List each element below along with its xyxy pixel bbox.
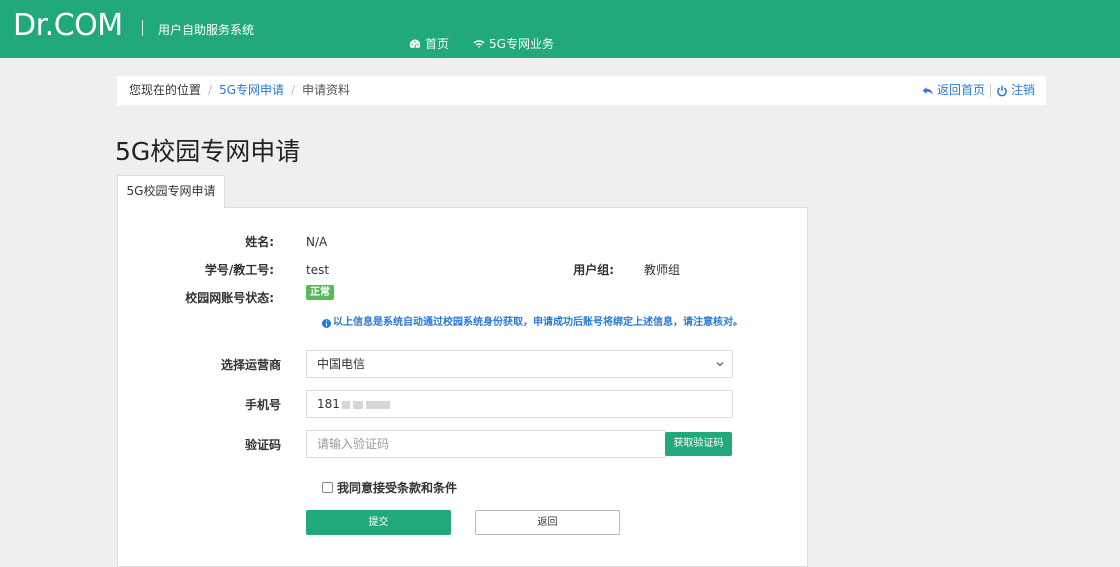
carrier-label: 选择运营商 [220, 358, 281, 372]
breadcrumb: 您现在的位置 / 5G专网申请 / 申请资料 [129, 83, 350, 98]
tab-5g-campus-apply[interactable]: 5G校园专网申请 [117, 175, 225, 208]
info-notice-text: 以上信息是系统自动通过校园系统身份获取，申请成功后账号将绑定上述信息，请注意核对… [333, 317, 743, 328]
action-divider [989, 84, 991, 97]
phone-label: 手机号 [244, 398, 281, 412]
carrier-selected-value: 中国电信 [317, 357, 366, 371]
account-status-label: 校园网账号状态: [185, 291, 274, 305]
reply-icon [922, 86, 933, 95]
id-label: 学号/教工号: [204, 263, 274, 277]
masked-digits [352, 400, 363, 409]
breadcrumb-separator: / [291, 83, 296, 97]
verification-code-label: 验证码 [244, 438, 281, 452]
top-header: Dr.COM 用户自助服务系统 首页 5G专网业务 [0, 0, 1120, 58]
agree-checkbox-row[interactable]: 我同意接受条款和条件 [322, 479, 457, 496]
wifi-icon [473, 40, 485, 48]
chevron-down-icon [716, 362, 724, 367]
page-title: 5G校园专网申请 [115, 137, 301, 166]
system-subtitle: 用户自助服务系统 [158, 23, 255, 37]
back-home-label: 返回首页 [936, 83, 985, 97]
form-panel: 姓名: N/A 学号/教工号: test 用户组: 教师组 校园网账号状态: 正… [117, 207, 808, 567]
breadcrumb-prefix: 您现在的位置 [129, 83, 202, 97]
info-notice: 以上信息是系统自动通过校园系统身份获取，申请成功后账号将绑定上述信息，请注意核对… [322, 316, 743, 330]
submit-button[interactable]: 提交 [306, 510, 451, 535]
masked-digits [365, 400, 390, 409]
breadcrumb-bar: 您现在的位置 / 5G专网申请 / 申请资料 返回首页 注销 [117, 76, 1046, 105]
nav-home[interactable]: 首页 [409, 36, 449, 52]
breadcrumb-link-5g-apply[interactable]: 5G专网申请 [219, 83, 284, 97]
user-group-value: 教师组 [644, 263, 681, 277]
name-label: 姓名: [245, 235, 274, 249]
nav-5g-service[interactable]: 5G专网业务 [473, 36, 554, 52]
carrier-select[interactable]: 中国电信 [306, 350, 733, 378]
phone-input[interactable]: 181 [306, 390, 733, 418]
brand-divider [142, 20, 143, 36]
logout-label: 注销 [1010, 83, 1035, 97]
dashboard-icon [409, 39, 421, 49]
user-group-label: 用户组: [573, 263, 614, 277]
brand-logo[interactable]: Dr.COM [13, 8, 123, 44]
status-badge: 正常 [306, 285, 334, 300]
back-button[interactable]: 返回 [475, 510, 620, 535]
breadcrumb-current: 申请资料 [302, 83, 351, 97]
info-icon [322, 318, 331, 328]
get-code-button[interactable]: 获取验证码 [665, 432, 732, 456]
back-home-link[interactable]: 返回首页 [922, 83, 985, 98]
id-value: test [306, 263, 330, 277]
masked-digits [341, 400, 350, 409]
main-nav: 首页 5G专网业务 [409, 36, 554, 52]
agree-checkbox[interactable] [322, 482, 333, 493]
breadcrumb-actions: 返回首页 注销 [922, 83, 1035, 98]
verification-code-input[interactable] [306, 430, 666, 458]
nav-home-label: 首页 [425, 37, 450, 51]
breadcrumb-separator: / [208, 83, 213, 97]
name-value: N/A [306, 235, 328, 249]
power-icon [997, 85, 1007, 96]
logout-link[interactable]: 注销 [996, 83, 1035, 98]
phone-value: 181 [317, 397, 340, 411]
nav-5g-label: 5G专网业务 [489, 37, 554, 51]
agree-label: 我同意接受条款和条件 [337, 481, 458, 495]
